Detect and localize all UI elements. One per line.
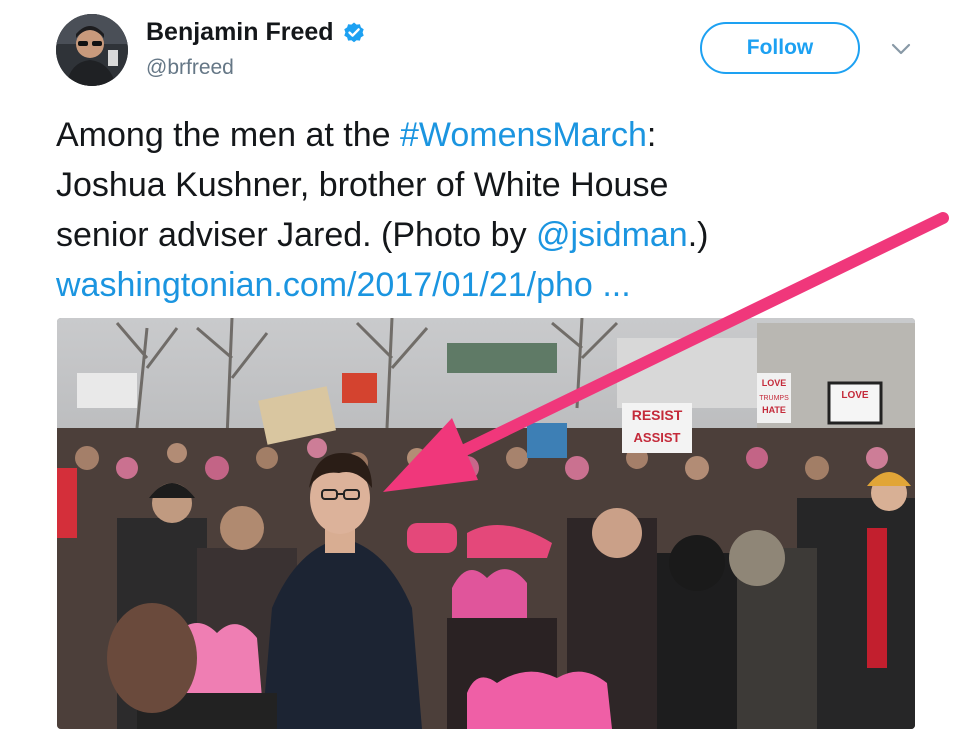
hashtag-link[interactable]: #WomensMarch [400, 116, 647, 154]
mention-link[interactable]: @jsidman [536, 216, 688, 254]
sign-love-2: LOVE [841, 390, 869, 401]
tweet-photo[interactable]: RESIST ASSIST LOVE TRUMPS HATE LOVE [57, 318, 915, 729]
tweet-text-segment: : [646, 116, 657, 154]
display-name[interactable]: Benjamin Freed [146, 18, 334, 47]
verified-badge-icon [343, 22, 364, 42]
follow-button[interactable]: Follow [700, 22, 860, 74]
sign-trumps: TRUMPS [759, 395, 789, 402]
tweet-line-3: senior adviser Jared. (Photo by @jsidman… [56, 210, 936, 260]
article-link[interactable]: washingtonian.com/2017/01/21/pho [56, 266, 593, 304]
user-avatar-icon [56, 14, 128, 86]
tweet-text: Among the men at the #WomensMarch: Joshu… [56, 110, 936, 310]
sign-hate: HATE [762, 405, 786, 415]
tweet-text-segment: senior adviser Jared. (Photo by [56, 216, 537, 254]
author-name-row: Benjamin Freed [146, 18, 366, 47]
chevron-down-icon[interactable] [888, 36, 914, 62]
crowd-photo-illustration: RESIST ASSIST LOVE TRUMPS HATE LOVE [57, 318, 915, 729]
link-ellipsis: ... [602, 266, 631, 304]
tweet-line-4: washingtonian.com/2017/01/21/pho ... [56, 260, 936, 310]
avatar[interactable] [56, 14, 128, 86]
tweet-line-2: Joshua Kushner, brother of White House [56, 166, 669, 204]
sign-love-1: LOVE [762, 378, 787, 388]
sign-resist: RESIST [632, 407, 683, 423]
tweet-text-segment: Among the men at the [56, 116, 400, 154]
sign-assist: ASSIST [634, 430, 681, 445]
tweet-line-1: Among the men at the #WomensMarch: [56, 110, 936, 160]
tweet-text-segment: .) [687, 216, 709, 254]
author-handle[interactable]: @brfreed [146, 56, 234, 80]
